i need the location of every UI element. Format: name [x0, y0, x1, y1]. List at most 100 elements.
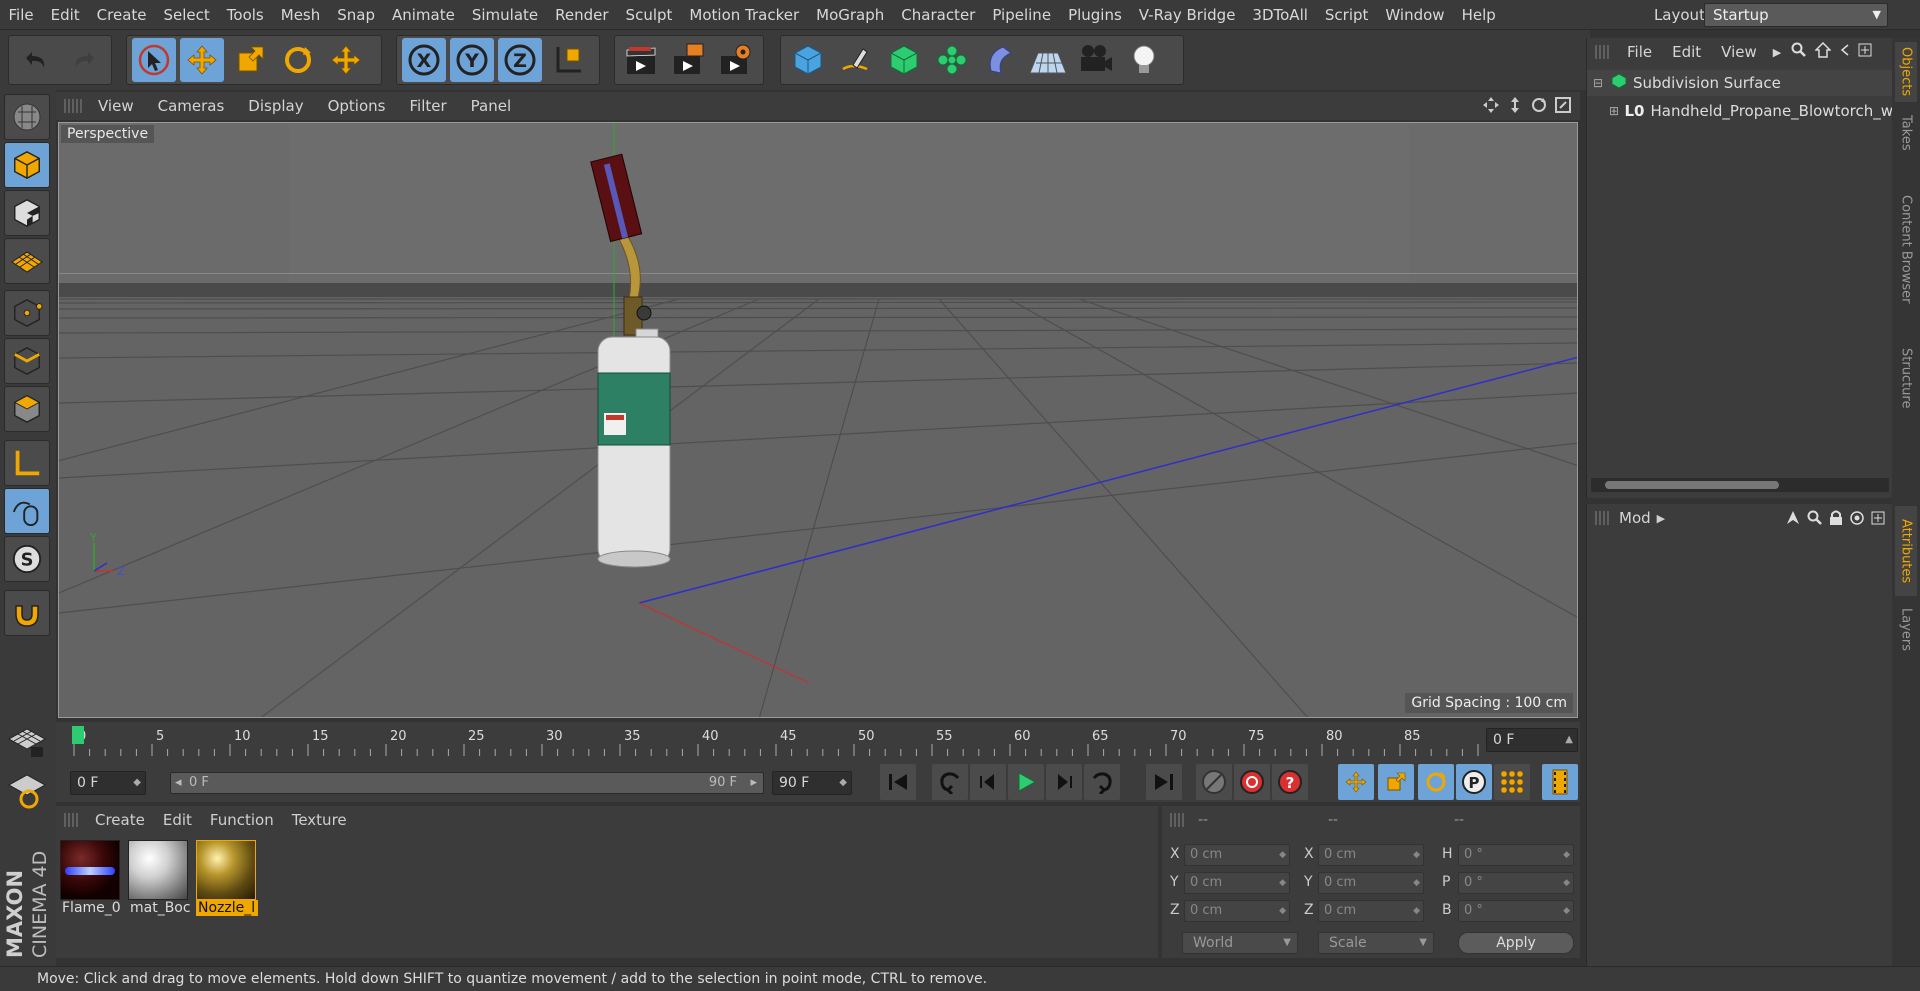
object-menu-edit[interactable]: Edit	[1662, 43, 1711, 61]
coordinate-space-select[interactable]: World ▼	[1182, 932, 1298, 954]
play-button[interactable]	[1008, 764, 1044, 800]
attribute-mode-menu[interactable]: Mod	[1619, 509, 1651, 527]
make-editable-button[interactable]	[4, 94, 50, 140]
object-row-blowtorch[interactable]: ⊞ L0 Handheld_Propane_Blowtorch_w	[1587, 98, 1893, 124]
camera-label[interactable]: Perspective	[61, 125, 155, 143]
size-y-field[interactable]: 0 cm ◆	[1318, 872, 1424, 894]
render-picture-viewer-button[interactable]	[667, 38, 710, 82]
menu-pipeline[interactable]: Pipeline	[984, 6, 1060, 24]
zoom-view-icon[interactable]	[1506, 96, 1524, 114]
menu-script[interactable]: Script	[1316, 6, 1377, 24]
tab-structure[interactable]: Structure	[1895, 338, 1917, 418]
texture-mode-button[interactable]	[4, 190, 50, 236]
rot-h-field[interactable]: 0 ° ◆	[1458, 844, 1574, 866]
pos-x-field[interactable]: 0 cm ◆	[1184, 844, 1290, 866]
timeline-ruler[interactable]: 051015202530354045505560657075808590 0 F…	[56, 722, 1580, 762]
previous-key-button[interactable]	[932, 764, 968, 800]
menu-snap[interactable]: Snap	[329, 6, 384, 24]
menu-window[interactable]: Window	[1377, 6, 1453, 24]
size-z-field[interactable]: 0 cm ◆	[1318, 900, 1424, 922]
min-frame-field[interactable]: 0 F ◆	[70, 771, 146, 795]
rot-b-field[interactable]: 0 ° ◆	[1458, 900, 1574, 922]
pos-y-field[interactable]: 0 cm ◆	[1184, 872, 1290, 894]
tree-expand-icon[interactable]: ⊞	[1609, 104, 1625, 118]
maximize-view-icon[interactable]	[1554, 96, 1572, 114]
keyframe-selection-button[interactable]: ?	[1272, 764, 1308, 800]
material-menu-edit[interactable]: Edit	[154, 811, 201, 829]
axis-mode-button[interactable]	[4, 440, 50, 486]
menu-select[interactable]: Select	[155, 6, 218, 24]
tab-objects[interactable]: Objects	[1895, 42, 1917, 102]
material-menu-function[interactable]: Function	[201, 811, 283, 829]
viewport-menu-filter[interactable]: Filter	[397, 97, 458, 115]
back-icon[interactable]	[1835, 43, 1855, 61]
x-axis-button[interactable]: X	[402, 38, 446, 82]
viewport-menu-cameras[interactable]: Cameras	[146, 97, 237, 115]
workplane-mode-button[interactable]	[4, 238, 50, 284]
menu-help[interactable]: Help	[1453, 6, 1504, 24]
edges-mode-button[interactable]	[4, 338, 50, 384]
stepper-icon[interactable]: ◆	[1279, 901, 1286, 921]
record-motion-button[interactable]	[1196, 764, 1232, 800]
model-mode-button[interactable]	[4, 142, 50, 188]
current-frame-field[interactable]: 0 F ▲	[1486, 728, 1578, 752]
menu-3dtoall[interactable]: 3DToAll	[1244, 6, 1316, 24]
key-parameter-button[interactable]: P	[1456, 764, 1492, 800]
viewport-menu-options[interactable]: Options	[316, 97, 398, 115]
viewport-menu-view[interactable]: View	[86, 97, 146, 115]
stepper-icon[interactable]: ◆	[1413, 901, 1420, 921]
tree-collapse-icon[interactable]: ⊟	[1593, 76, 1611, 90]
key-position-button[interactable]	[1338, 764, 1374, 800]
horizontal-scrollbar[interactable]	[1591, 478, 1889, 492]
lock-icon[interactable]	[1829, 510, 1843, 526]
material-menu-create[interactable]: Create	[86, 811, 154, 829]
floor-button[interactable]	[1026, 38, 1070, 82]
preview-range-slider[interactable]: ◂ 0 F 90 F ▸	[170, 772, 764, 794]
menu-simulate[interactable]: Simulate	[463, 6, 546, 24]
deformer-button[interactable]	[978, 38, 1022, 82]
live-selection-button[interactable]	[132, 38, 176, 82]
stepper-icon[interactable]: ◆	[839, 772, 847, 794]
key-rotation-button[interactable]	[1418, 764, 1454, 800]
frame-ruler[interactable]: 051015202530354045505560657075808590	[70, 722, 1482, 760]
more-arrow-icon[interactable]: ▶	[1767, 46, 1787, 59]
up-arrow-icon[interactable]	[1785, 510, 1801, 526]
range-left-arrow-icon[interactable]: ◂	[175, 773, 182, 793]
perspective-viewport[interactable]: Y Z Perspective Grid Spacing : 100 cm	[58, 122, 1578, 718]
size-x-field[interactable]: 0 cm ◆	[1318, 844, 1424, 866]
pen-spline-button[interactable]	[834, 38, 878, 82]
move-tool-button[interactable]	[180, 38, 224, 82]
render-view-button[interactable]	[620, 38, 663, 82]
menu-create[interactable]: Create	[88, 6, 155, 24]
planar-workplane-button[interactable]	[4, 768, 50, 814]
locked-workplane-button[interactable]	[4, 718, 50, 764]
new-panel-icon[interactable]	[1855, 43, 1875, 61]
cloner-button[interactable]	[930, 38, 974, 82]
menu-animate[interactable]: Animate	[384, 6, 464, 24]
snap-button[interactable]	[4, 590, 50, 636]
menu-mesh[interactable]: Mesh	[272, 6, 329, 24]
go-to-end-button[interactable]	[1146, 764, 1182, 800]
previous-frame-button[interactable]	[970, 764, 1006, 800]
stepper-icon[interactable]: ◆	[1563, 873, 1570, 893]
tab-attributes[interactable]: Attributes	[1895, 506, 1917, 596]
y-axis-button[interactable]: Y	[450, 38, 494, 82]
object-row-subdivision-surface[interactable]: ⊟ Subdivision Surface	[1587, 70, 1893, 96]
stepper-icon[interactable]: ◆	[133, 772, 141, 794]
camera-button[interactable]	[1074, 38, 1118, 82]
menu-render[interactable]: Render	[547, 6, 617, 24]
menu-tools[interactable]: Tools	[218, 6, 272, 24]
menu-file[interactable]: File	[0, 6, 42, 24]
go-to-start-button[interactable]	[880, 764, 916, 800]
tab-layers[interactable]: Layers	[1895, 600, 1917, 660]
next-key-button[interactable]	[1084, 764, 1120, 800]
playhead[interactable]	[72, 726, 84, 744]
layout-select[interactable]: Startup ▼	[1704, 3, 1888, 27]
menu-mograph[interactable]: MoGraph	[808, 6, 893, 24]
rot-p-field[interactable]: 0 ° ◆	[1458, 872, 1574, 894]
pan-view-icon[interactable]	[1482, 96, 1500, 114]
search-icon[interactable]	[1787, 42, 1811, 62]
undo-button[interactable]	[14, 38, 58, 82]
home-icon[interactable]	[1811, 41, 1835, 62]
light-button[interactable]	[1122, 38, 1166, 82]
